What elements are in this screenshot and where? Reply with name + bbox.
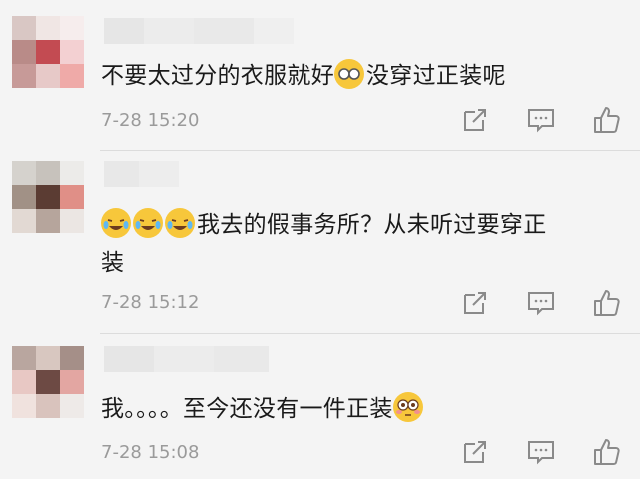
share-button[interactable] <box>455 104 495 136</box>
comment-icon <box>528 441 554 465</box>
comment-time: 7-28 15:20 <box>101 110 200 131</box>
avatar[interactable] <box>12 161 84 233</box>
share-button[interactable] <box>455 287 495 319</box>
comment-actions <box>455 104 627 136</box>
comment-actions <box>455 436 627 468</box>
laugh-cry-icon <box>133 208 163 238</box>
comment-time: 7-28 15:12 <box>101 292 200 313</box>
comment-text: 我去的假事务所？从未听过要穿正 装 <box>101 206 621 282</box>
share-icon <box>464 292 486 314</box>
username-blurred[interactable] <box>104 18 294 44</box>
comment-icon <box>528 292 554 316</box>
comment-text: 我。。。。至今还没有一件正装 <box>101 390 621 428</box>
username-blurred[interactable] <box>104 346 269 372</box>
like-icon <box>594 290 620 316</box>
comment-item: 我去的假事务所？从未听过要穿正 装 7-28 15:12 <box>0 151 640 333</box>
comment-time: 7-28 15:08 <box>101 442 200 463</box>
reply-button[interactable] <box>521 287 561 319</box>
like-button[interactable] <box>587 287 627 319</box>
reply-button[interactable] <box>521 104 561 136</box>
share-button[interactable] <box>455 436 495 468</box>
avatar[interactable] <box>12 16 84 88</box>
comment-text-part: 不要太过分的衣服就好 <box>101 63 334 89</box>
comment-text: 不要太过分的衣服就好 没穿过正装呢 <box>101 57 621 95</box>
like-button[interactable] <box>587 436 627 468</box>
reply-button[interactable] <box>521 436 561 468</box>
share-icon <box>464 109 486 131</box>
laugh-cry-icon <box>101 208 131 238</box>
avatar[interactable] <box>12 346 84 418</box>
username-blurred[interactable] <box>104 161 179 187</box>
comment-item: 不要太过分的衣服就好 没穿过正装呢 7-28 15:20 <box>0 0 640 150</box>
comment-item: 我。。。。至今还没有一件正装 7-28 15:08 <box>0 334 640 479</box>
comment-text-line2: 装 <box>101 250 125 276</box>
comment-text-part: 我。。。。至今还没有一件正装 <box>101 396 393 422</box>
like-icon <box>594 107 620 133</box>
comment-icon <box>528 109 554 133</box>
like-button[interactable] <box>587 104 627 136</box>
like-icon <box>594 439 620 465</box>
comment-text-part: 没穿过正装呢 <box>366 63 506 89</box>
share-icon <box>464 441 486 463</box>
glasses-face-icon <box>334 59 364 89</box>
laugh-cry-icon <box>165 208 195 238</box>
comment-text-line1: 我去的假事务所？从未听过要穿正 <box>197 212 547 238</box>
flushed-face-icon <box>392 392 423 422</box>
comment-actions <box>455 287 627 319</box>
